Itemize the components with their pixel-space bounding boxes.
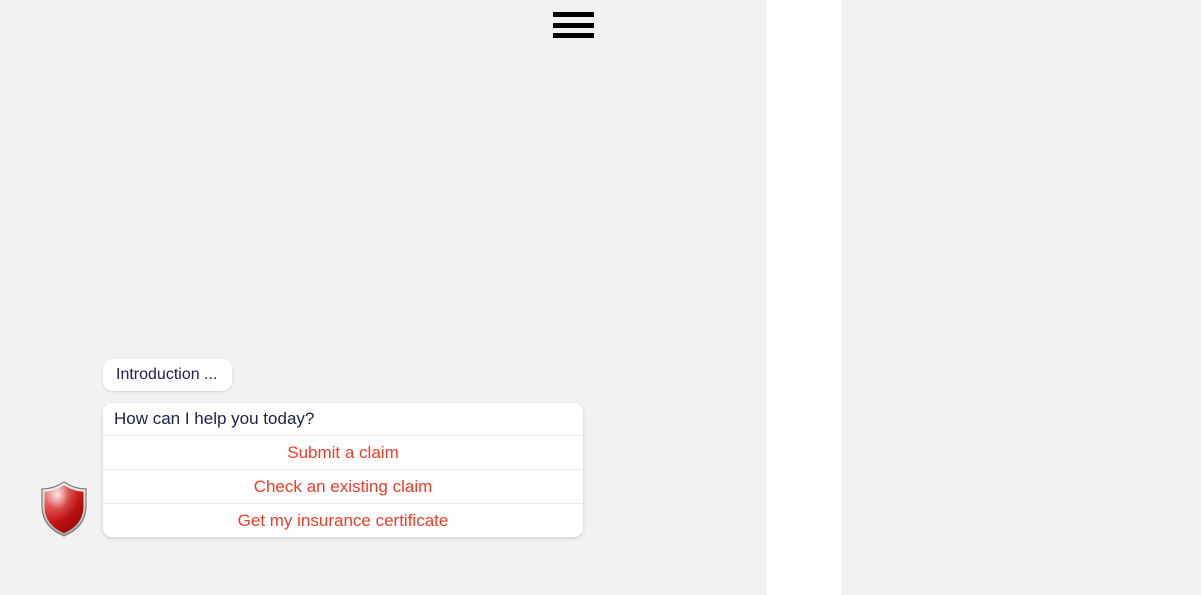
chat-prompt: How can I help you today? — [103, 403, 583, 435]
left-preview-panel: Introduction ... How can I help you toda… — [0, 0, 767, 595]
chat-card-left: How can I help you today? Submit a claim… — [103, 403, 583, 537]
chat-option-submit-a-claim[interactable]: Submit a claim — [103, 435, 583, 469]
chat-option-label: Submit a claim — [287, 442, 399, 462]
hamburger-bar-1 — [553, 12, 594, 17]
chat-prompt-text: How can I help you today? — [114, 409, 315, 428]
shield-icon — [38, 480, 90, 538]
preview-stage: Introduction ... How can I help you toda… — [0, 0, 1201, 595]
chat-option-label: Get my insurance certificate — [237, 510, 449, 530]
hamburger-menu-icon[interactable] — [553, 12, 594, 38]
hamburger-bar-2 — [553, 22, 594, 28]
chat-option-label: Check an existing claim — [253, 476, 433, 496]
intro-pill-label: Introduction ... — [116, 366, 218, 383]
chat-option-check-an-existing-claim[interactable]: Check an existing claim — [103, 469, 583, 503]
right-preview-panel: Introduction ... How can I help you toda… — [841, 0, 1201, 595]
hamburger-bar-3 — [553, 33, 594, 38]
panel-divider-strip — [767, 0, 841, 595]
intro-pill-left[interactable]: Introduction ... — [103, 359, 232, 391]
chat-option-get-my-insurance-certificate[interactable]: Get my insurance certificate — [103, 503, 583, 537]
